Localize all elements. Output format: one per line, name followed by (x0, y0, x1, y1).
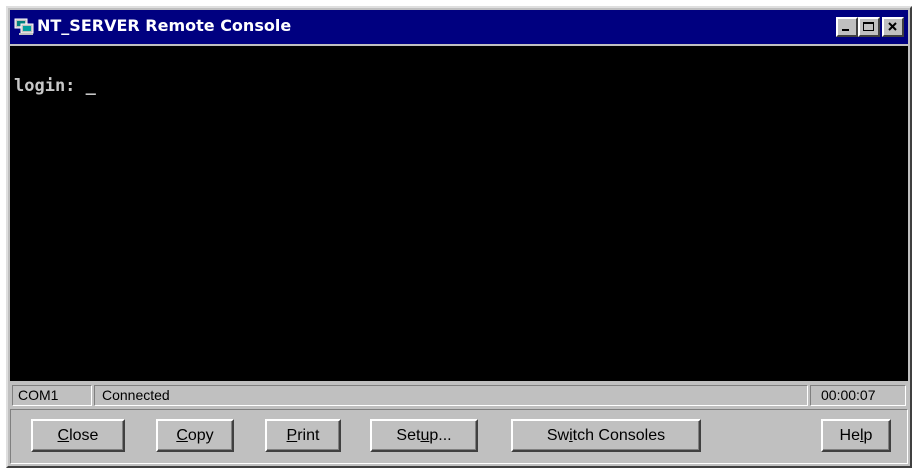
title-bar[interactable]: NT_SERVER Remote Console (10, 10, 908, 44)
help-button-label-end: p (863, 426, 873, 444)
close-window-button[interactable] (882, 17, 904, 37)
switch-button-label-end: tch Consoles (572, 426, 666, 444)
window-title: NT_SERVER Remote Console (37, 16, 292, 35)
minimize-button[interactable] (836, 17, 858, 37)
status-elapsed-time: 00:00:07 (810, 385, 906, 406)
maximize-button[interactable] (858, 17, 880, 37)
status-connection: Connected (94, 385, 808, 406)
print-button-mnemonic: P (286, 426, 298, 444)
status-bar: COM1 Connected 00:00:07 (10, 383, 908, 407)
close-button-label: lose (69, 426, 99, 444)
console-screen[interactable]: login: _ (10, 46, 908, 381)
login-prompt: login: _ (14, 76, 96, 96)
switch-consoles-button[interactable]: Sw i tch Consoles (511, 419, 701, 452)
help-button-label-start: He (839, 426, 860, 444)
copy-button-mnemonic: C (176, 426, 188, 444)
button-bar: Close Copy Print Set u p... Sw i tch Console… (10, 409, 908, 464)
computer-icon (14, 17, 34, 37)
setup-button-label-start: Set (396, 426, 421, 444)
print-button-label: rint (297, 426, 320, 444)
remote-console-window: NT_SERVER Remote Console login: _ COM1 C… (6, 6, 912, 468)
minimize-icon (842, 29, 849, 31)
copy-button-label: opy (187, 426, 214, 444)
copy-button[interactable]: Copy (156, 419, 234, 452)
setup-button-label-end: p... (429, 426, 452, 444)
close-icon (888, 22, 897, 31)
help-button[interactable]: He l p (821, 419, 891, 452)
close-button-mnemonic: C (57, 426, 70, 444)
switch-button-label-start: Sw (546, 426, 570, 444)
maximize-icon (863, 22, 874, 31)
setup-button[interactable]: Set u p... (370, 419, 478, 452)
close-button[interactable]: Close (31, 419, 125, 452)
setup-button-mnemonic: u (420, 426, 430, 444)
status-port: COM1 (12, 385, 92, 406)
print-button[interactable]: Print (265, 419, 341, 452)
